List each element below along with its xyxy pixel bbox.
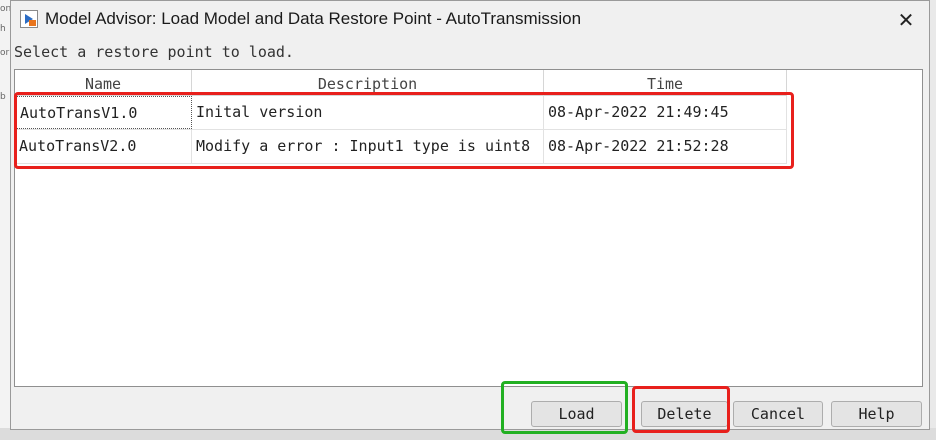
table-row[interactable]: AutoTransV2.0 Modify a error : Input1 ty… xyxy=(15,130,787,164)
help-button[interactable]: Help xyxy=(831,401,922,427)
table-row[interactable]: AutoTransV1.0 Inital version 08-Apr-2022… xyxy=(15,96,787,130)
prompt-label: Select a restore point to load. xyxy=(14,43,294,61)
restore-point-table[interactable]: Name Description Time AutoTransV1.0 Init… xyxy=(14,69,923,387)
column-header-name[interactable]: Name xyxy=(15,70,192,95)
row-name-cell[interactable]: AutoTransV2.0 xyxy=(15,130,192,163)
column-header-description[interactable]: Description xyxy=(192,70,544,95)
window-title: Model Advisor: Load Model and Data Resto… xyxy=(45,9,582,28)
row-time-cell[interactable]: 08-Apr-2022 21:49:45 xyxy=(544,96,787,129)
title-bar[interactable]: Model Advisor: Load Model and Data Resto… xyxy=(11,1,929,39)
row-description-cell[interactable]: Modify a error : Input1 type is uint8 xyxy=(192,130,544,163)
simulink-model-icon xyxy=(20,10,38,28)
restore-point-dialog: Model Advisor: Load Model and Data Resto… xyxy=(10,0,930,434)
delete-button[interactable]: Delete xyxy=(641,401,728,427)
background-text-fragment: h xyxy=(0,24,6,34)
table-header: Name Description Time xyxy=(15,70,787,96)
load-button[interactable]: Load xyxy=(531,401,622,427)
cancel-button[interactable]: Cancel xyxy=(733,401,823,427)
close-icon[interactable]: ✕ xyxy=(883,1,929,39)
background-text-fragment: b xyxy=(0,92,6,102)
row-name-cell[interactable]: AutoTransV1.0 xyxy=(15,96,192,129)
row-time-cell[interactable]: 08-Apr-2022 21:52:28 xyxy=(544,130,787,163)
column-header-time[interactable]: Time xyxy=(544,70,787,95)
background-text-fragment: or xyxy=(0,48,10,58)
row-description-cell[interactable]: Inital version xyxy=(192,96,544,129)
